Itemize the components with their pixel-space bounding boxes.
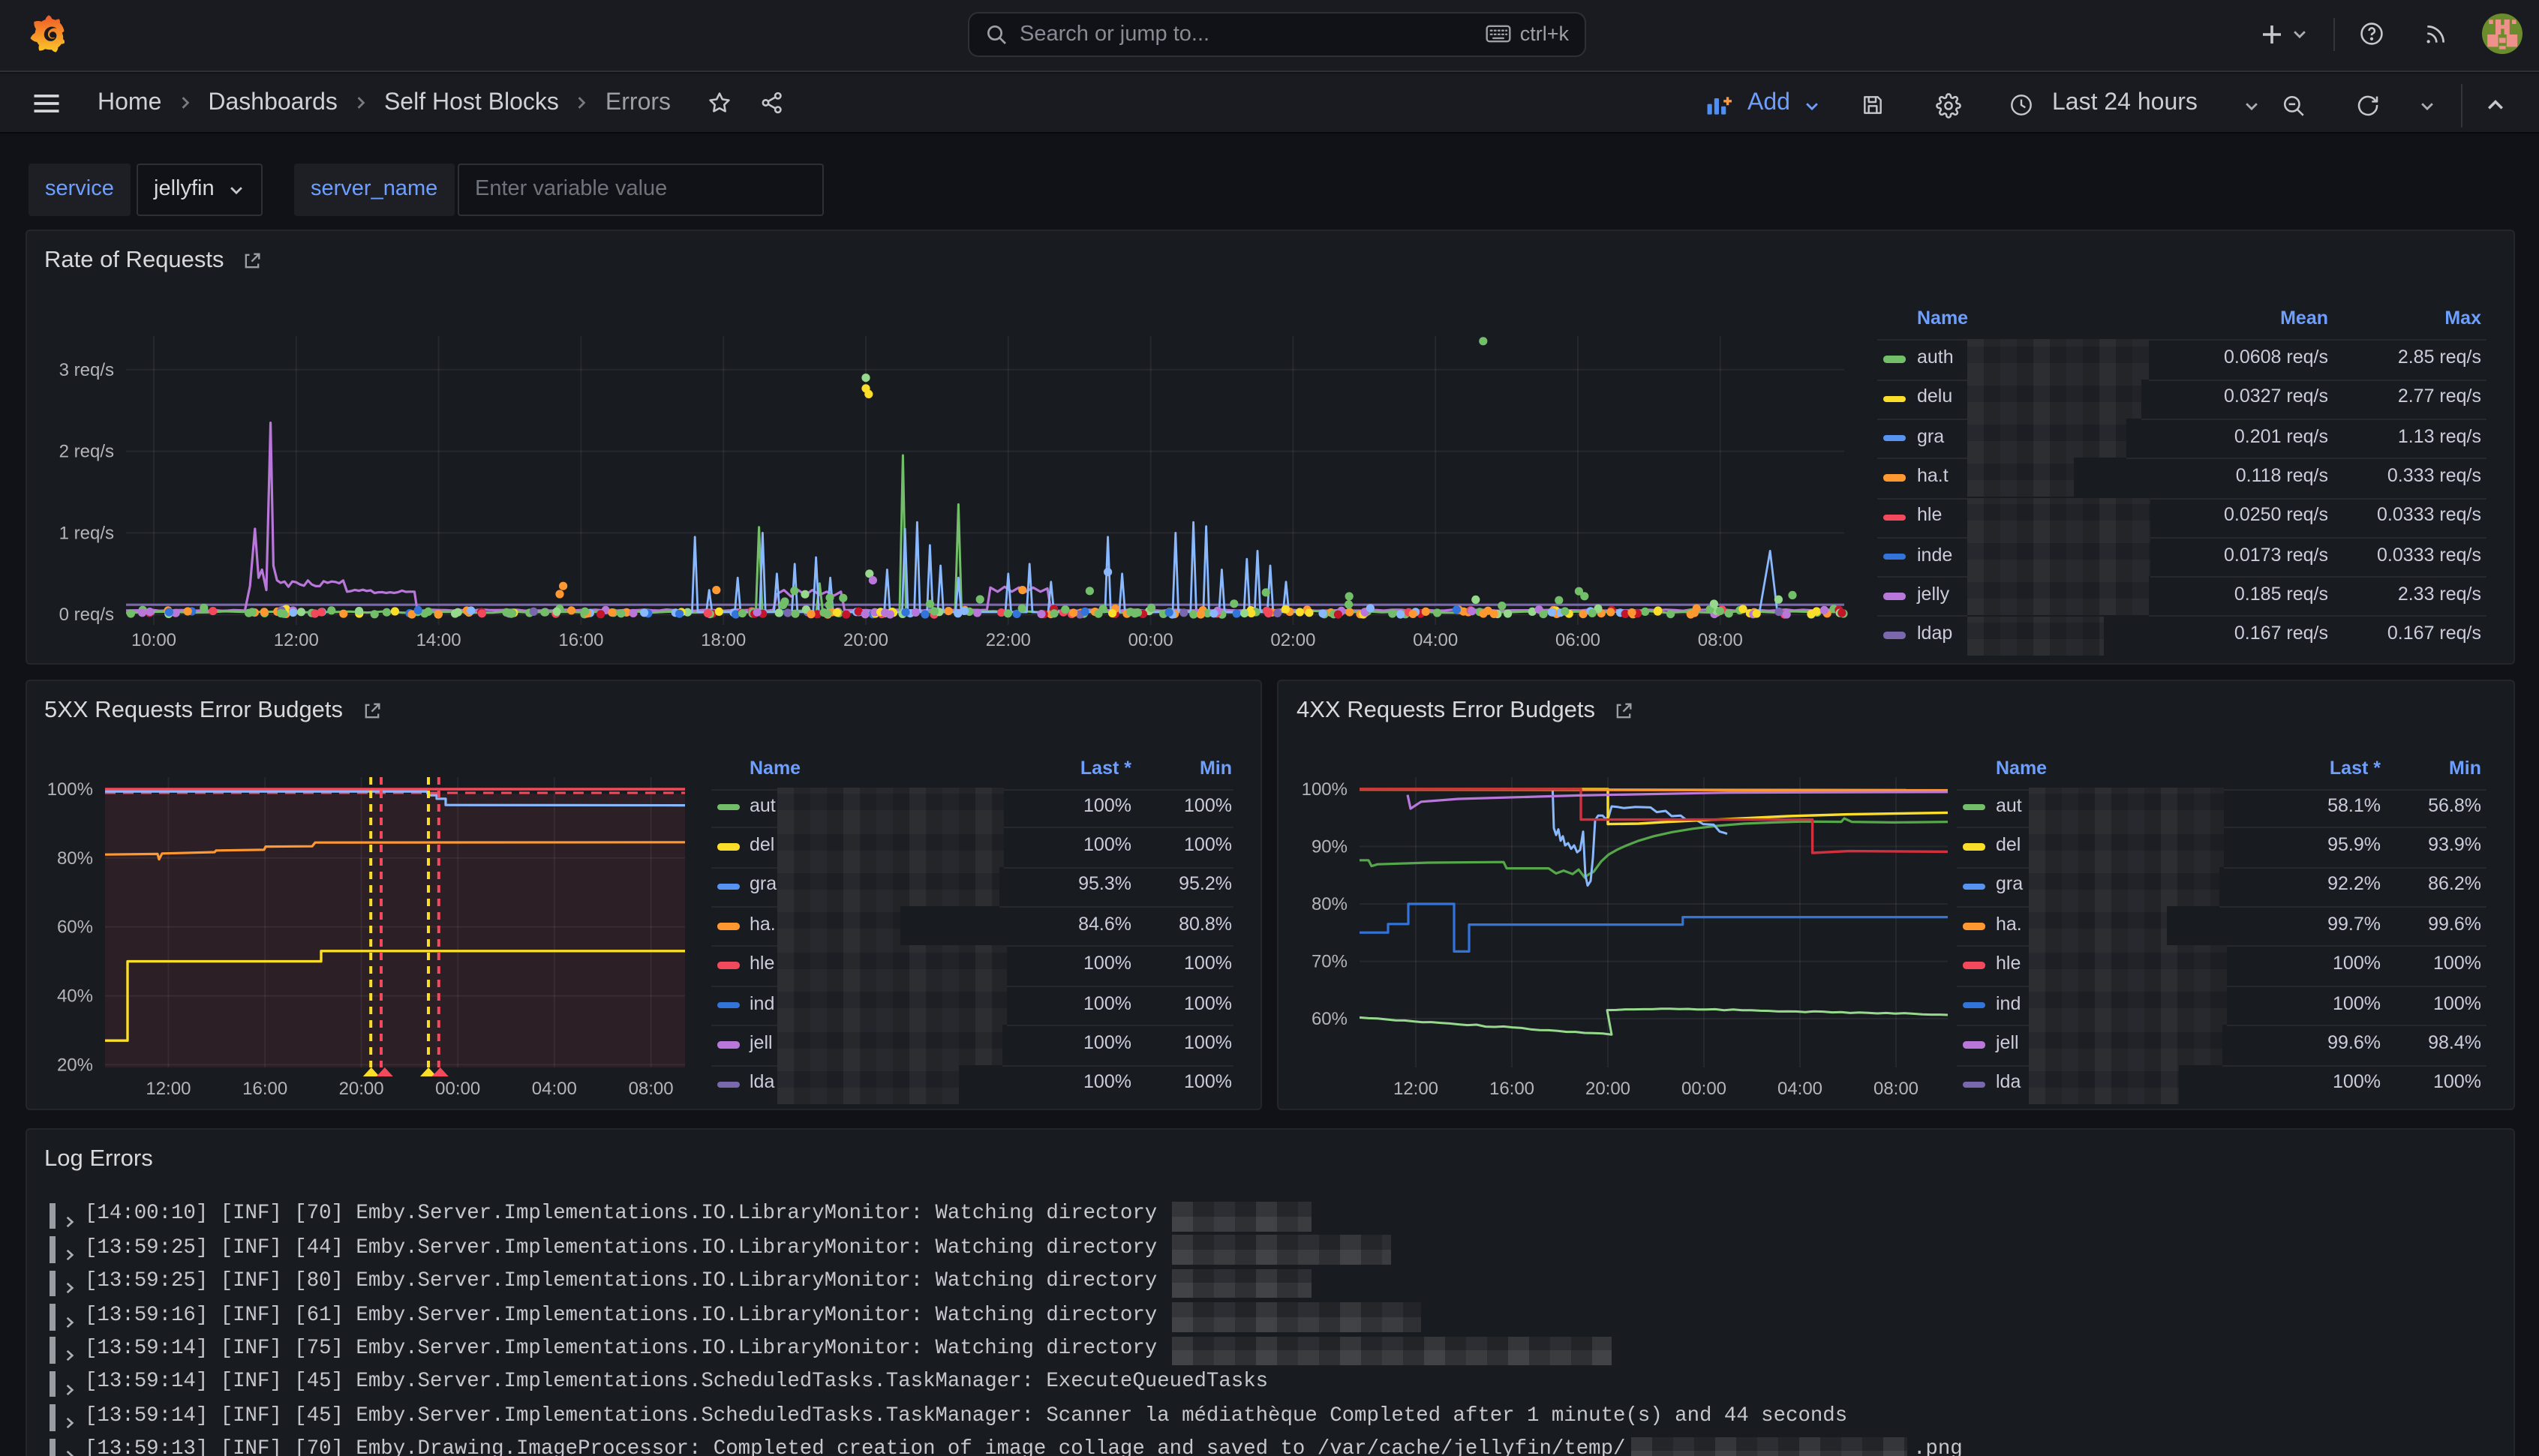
svg-text:60%: 60% <box>56 917 92 937</box>
svg-text:16:00: 16:00 <box>557 630 602 650</box>
svg-text:12:00: 12:00 <box>145 1078 190 1098</box>
svg-text:16:00: 16:00 <box>1489 1078 1534 1098</box>
svg-text:10:00: 10:00 <box>131 630 176 650</box>
svg-text:3 req/s: 3 req/s <box>59 360 113 380</box>
svg-text:02:00: 02:00 <box>1270 630 1315 650</box>
svg-text:00:00: 00:00 <box>1681 1078 1726 1098</box>
svg-text:12:00: 12:00 <box>273 630 318 650</box>
svg-text:00:00: 00:00 <box>434 1078 479 1098</box>
svg-text:22:00: 22:00 <box>985 630 1030 650</box>
svg-text:1 req/s: 1 req/s <box>59 523 113 543</box>
svg-text:16:00: 16:00 <box>242 1078 287 1098</box>
svg-text:08:00: 08:00 <box>628 1078 673 1098</box>
svg-text:100%: 100% <box>47 779 92 799</box>
svg-text:12:00: 12:00 <box>1393 1078 1438 1098</box>
svg-text:20%: 20% <box>56 1054 92 1074</box>
svg-text:08:00: 08:00 <box>1697 630 1742 650</box>
svg-text:20:00: 20:00 <box>1585 1078 1630 1098</box>
svg-text:04:00: 04:00 <box>531 1078 576 1098</box>
svg-text:20:00: 20:00 <box>338 1078 383 1098</box>
svg-text:0 req/s: 0 req/s <box>59 605 113 625</box>
svg-text:06:00: 06:00 <box>1555 630 1600 650</box>
svg-text:04:00: 04:00 <box>1777 1078 1822 1098</box>
svg-text:00:00: 00:00 <box>1128 630 1173 650</box>
svg-text:70%: 70% <box>1312 951 1348 971</box>
svg-text:100%: 100% <box>1302 779 1348 799</box>
svg-text:80%: 80% <box>1312 893 1348 914</box>
svg-text:04:00: 04:00 <box>1412 630 1457 650</box>
svg-text:80%: 80% <box>56 848 92 868</box>
svg-text:14:00: 14:00 <box>416 630 461 650</box>
svg-text:18:00: 18:00 <box>700 630 745 650</box>
svg-text:2 req/s: 2 req/s <box>59 442 113 462</box>
svg-text:60%: 60% <box>1312 1008 1348 1028</box>
svg-text:08:00: 08:00 <box>1873 1078 1919 1098</box>
svg-text:20:00: 20:00 <box>843 630 888 650</box>
svg-text:40%: 40% <box>56 986 92 1006</box>
svg-text:90%: 90% <box>1312 836 1348 856</box>
